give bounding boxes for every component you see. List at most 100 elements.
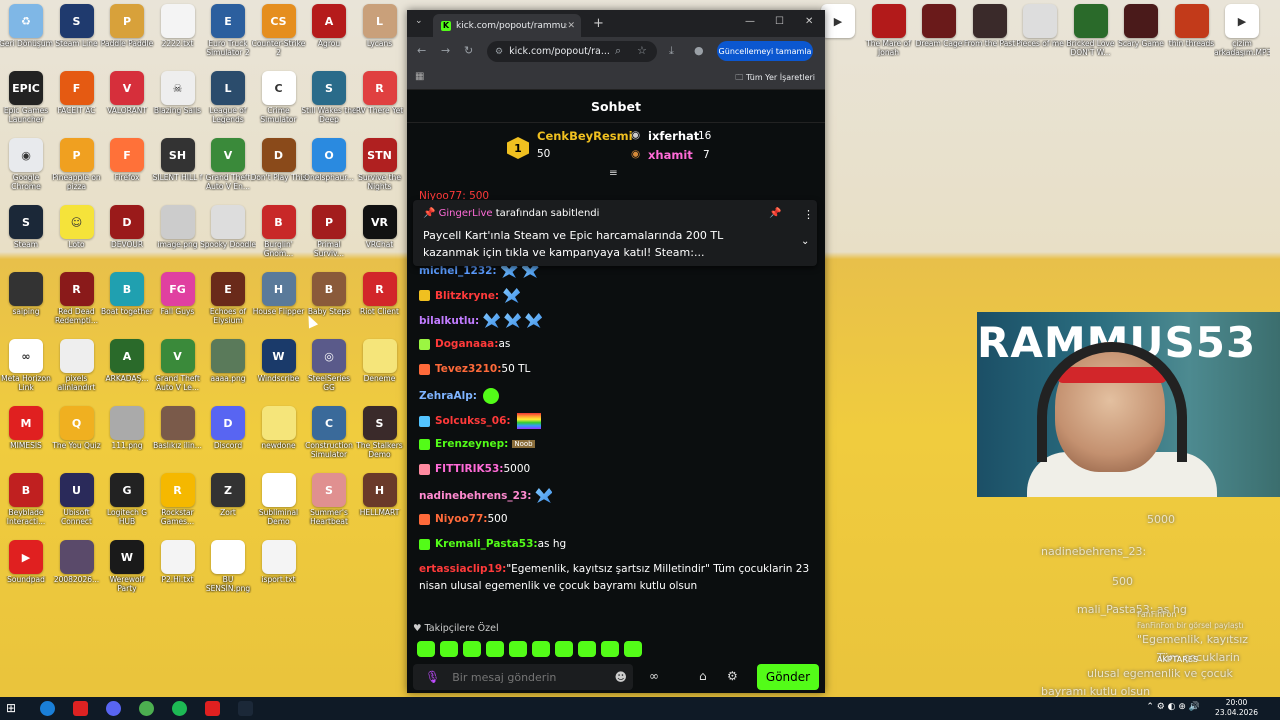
desktop-icon[interactable]: ◉ Google Chrome: [0, 138, 52, 204]
desktop-icon[interactable]: D Don't Play This: [251, 138, 306, 204]
desktop-icon[interactable]: Spooky Doodle: [200, 205, 256, 271]
desktop-icon[interactable]: EPIC Epic Games Launcher: [0, 71, 52, 137]
unpin-icon[interactable]: 📌: [769, 208, 781, 219]
desktop-icon[interactable]: SH SILENT HILL f: [152, 138, 204, 204]
desktop-icon[interactable]: Q The You Quiz: [51, 406, 103, 472]
desktop-icon[interactable]: 20082026...: [51, 540, 103, 606]
apps-grid-icon[interactable]: ▦: [415, 71, 424, 82]
chat-username[interactable]: nadinebehrens_23:: [419, 490, 531, 502]
desktop-icon[interactable]: P2.Hi.txt: [152, 540, 204, 606]
site-info-icon[interactable]: ⚙: [495, 47, 503, 57]
chat-username[interactable]: bilalkutlu:: [419, 315, 479, 327]
settings-gear-icon[interactable]: ⚙: [727, 669, 738, 683]
mic-icon[interactable]: 🎙: [425, 670, 440, 684]
desktop-icon[interactable]: E Echoes of Elysium: [202, 272, 254, 338]
desktop-icon[interactable]: W Werewolf Party: [101, 540, 153, 606]
emote-icon[interactable]: [440, 641, 458, 657]
desktop-icon[interactable]: U Ubisoft Connect: [51, 473, 103, 539]
desktop-icon[interactable]: Pieces of me: [1014, 4, 1066, 70]
desktop-icon[interactable]: R Riot Client: [354, 272, 406, 338]
emoji-icon[interactable]: ☻: [614, 670, 627, 684]
emote-icon[interactable]: [486, 641, 504, 657]
profile-avatar[interactable]: ●: [694, 44, 704, 57]
emote-icon[interactable]: [417, 641, 435, 657]
back-icon[interactable]: ←: [417, 44, 426, 57]
emote-icon[interactable]: [532, 641, 550, 657]
desktop-icon[interactable]: S Still Wakes the Deep: [301, 71, 357, 137]
desktop-icon[interactable]: G Logitech G HUB: [101, 473, 153, 539]
infinity-icon[interactable]: ∞: [649, 669, 659, 683]
desktop-icon[interactable]: Deneme: [354, 339, 406, 405]
all-bookmarks[interactable]: 🗀 Tüm Yer İşaretleri: [735, 72, 815, 86]
desktop-icon[interactable]: 2222.txt: [152, 4, 204, 70]
desktop-icon[interactable]: V Grand Theft Auto V Le...: [152, 339, 204, 405]
desktop-icon[interactable]: CS Counter-Strike 2: [252, 4, 305, 70]
taskbar-app-icon[interactable]: [73, 701, 88, 716]
desktop-icon[interactable]: ◎ SteelSeries GG: [303, 339, 355, 405]
bookmark-star-icon[interactable]: ☆: [637, 44, 647, 57]
close-window-icon[interactable]: ✕: [805, 16, 813, 27]
desktop-icon[interactable]: pixels alinlandırt: [51, 339, 103, 405]
more-options-icon[interactable]: ⋮: [803, 208, 814, 221]
desktop-icon[interactable]: V Grand Theft Auto V En...: [202, 138, 254, 204]
desktop-icon[interactable]: ▶ Soundpad: [0, 540, 52, 606]
desktop-icon[interactable]: isport.txt: [253, 540, 305, 606]
chat-username[interactable]: Kremali_Pasta53:: [435, 538, 538, 550]
desktop-icon[interactable]: Bricked Love DON'T W...: [1065, 4, 1117, 70]
desktop-icon[interactable]: S Steam: [0, 205, 52, 271]
chevron-down-icon[interactable]: ⌄: [801, 236, 809, 247]
expand-leaderboard-icon[interactable]: ≡: [609, 167, 618, 179]
desktop-icon[interactable]: thin threads: [1166, 4, 1218, 70]
desktop-icon[interactable]: H House Flipper: [253, 272, 305, 338]
desktop-icon[interactable]: S Summer's Heartbeat: [303, 473, 355, 539]
desktop-icon[interactable]: Scary Game: [1115, 4, 1167, 70]
desktop-icon[interactable]: D Discord: [202, 406, 254, 472]
leader-3-name[interactable]: xhamit: [648, 148, 693, 162]
steam-icon[interactable]: [238, 701, 253, 716]
chat-username[interactable]: Doganaaa:: [435, 338, 498, 350]
desktop-icon[interactable]: P Primal Surviv...: [303, 205, 355, 271]
desktop-icon[interactable]: A ARKADAŞ...: [101, 339, 153, 405]
desktop-icon[interactable]: Z Zort: [202, 473, 254, 539]
desktop-icon[interactable]: ∞ Meta Horizon Link: [0, 339, 52, 405]
store-icon[interactable]: ⌂: [699, 669, 707, 683]
desktop-icon[interactable]: F FACEIT AC: [51, 71, 103, 137]
desktop-icon[interactable]: Baslıkız ilin...: [152, 406, 204, 472]
send-button[interactable]: Gönder: [757, 664, 819, 690]
chat-username[interactable]: Blitzkryne:: [435, 290, 499, 302]
pinned-message[interactable]: 📌 GingerLive tarafından sabitlendi Payce…: [413, 200, 817, 266]
update-button[interactable]: Güncellemeyi tamamla: [717, 41, 813, 61]
message-input-box[interactable]: 🎙 ☻: [413, 664, 633, 690]
desktop-icon[interactable]: ☠ Blazing Sails: [152, 71, 204, 137]
desktop-icon[interactable]: VR VRChat: [354, 205, 406, 271]
desktop-icon[interactable]: C Crime Simulator: [253, 71, 305, 137]
maximize-icon[interactable]: ☐: [775, 16, 784, 27]
desktop-icon[interactable]: ♻ Geri Dönüşüm: [0, 4, 53, 70]
reload-icon[interactable]: ↻: [464, 44, 473, 57]
close-tab-icon[interactable]: ✕: [567, 21, 575, 31]
leader-2-name[interactable]: ixferhat: [648, 129, 699, 143]
desktop-icon[interactable]: B Beyblade Interacti...: [0, 473, 52, 539]
desktop-icon[interactable]: image.png: [152, 205, 204, 271]
desktop-icon[interactable]: From the Past: [964, 4, 1016, 70]
desktop-icon[interactable]: L Lycans: [354, 4, 406, 70]
desktop-icon[interactable]: Dream Cage: [913, 4, 965, 70]
desktop-icon[interactable]: BU SENSİN.png: [202, 540, 254, 606]
desktop-icon[interactable]: Subliminal Demo: [253, 473, 305, 539]
chat-username[interactable]: Erenzeynep:: [435, 438, 508, 450]
desktop-icon[interactable]: S The Stalkers Demo: [354, 406, 406, 472]
emote-icon[interactable]: [509, 641, 527, 657]
taskbar-app-icon[interactable]: [40, 701, 55, 716]
system-tray[interactable]: ⌃ ⚙ ◐ ⊕ 🔊: [1146, 702, 1200, 712]
forward-icon[interactable]: →: [441, 44, 450, 57]
desktop-icon[interactable]: aaaa.png: [202, 339, 254, 405]
desktop-icon[interactable]: W Windscribe: [253, 339, 305, 405]
desktop-icon[interactable]: 111.png: [101, 406, 153, 472]
desktop-icon[interactable]: R Rockstar Games...: [152, 473, 204, 539]
url-field[interactable]: ⚙ kick.com/popout/ra...: [487, 41, 657, 62]
chat-username[interactable]: ZehraAlp:: [419, 390, 477, 402]
chat-username[interactable]: michel_1232:: [419, 265, 497, 277]
desktop-icon[interactable]: M MIMESIS: [0, 406, 52, 472]
chrome-icon[interactable]: [139, 701, 154, 716]
desktop-icon[interactable]: C Construction Simulator: [303, 406, 355, 472]
